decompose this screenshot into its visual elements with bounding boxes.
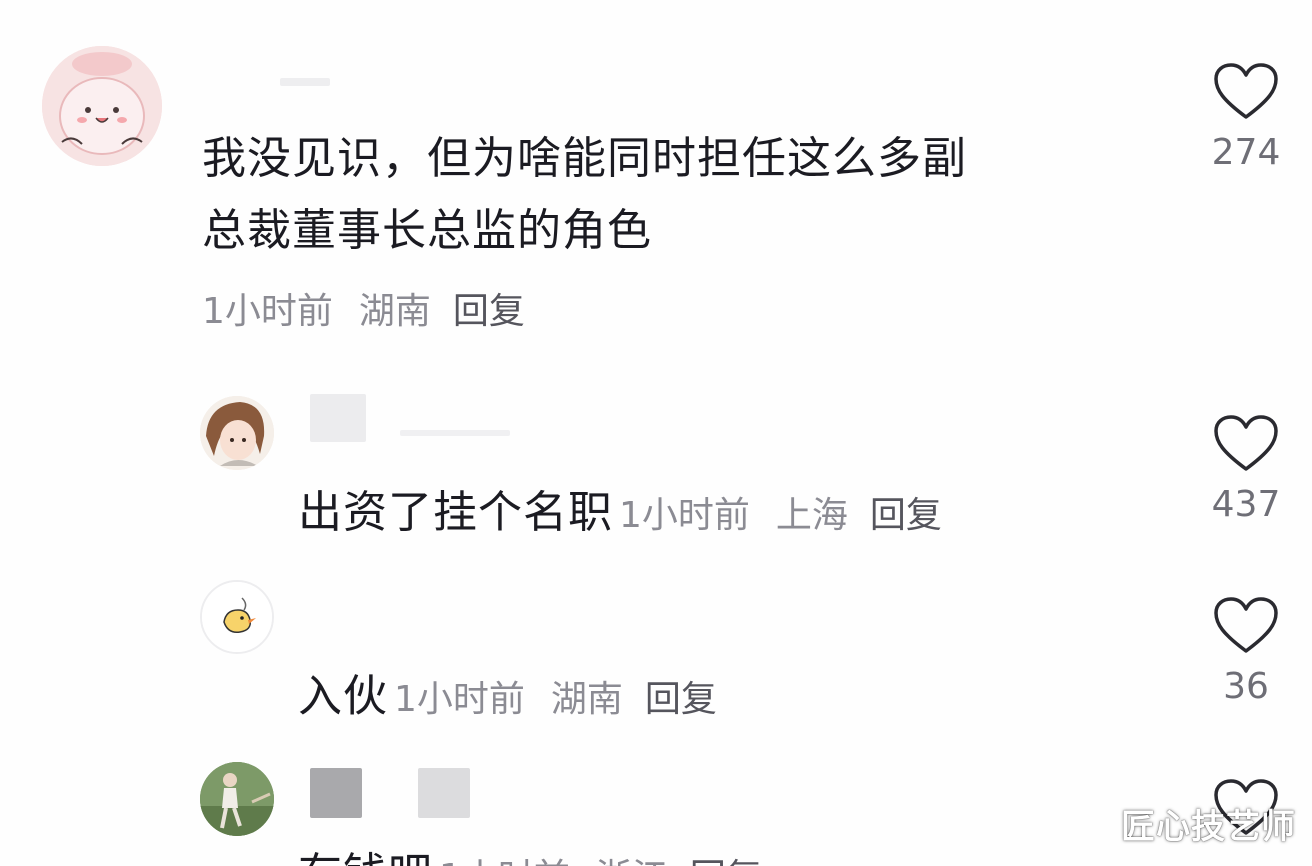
reply-button[interactable]: 回复	[453, 290, 525, 334]
avatar[interactable]	[42, 46, 162, 166]
anime-girl-avatar-icon	[200, 396, 274, 470]
comment-location: 湖南	[358, 291, 431, 332]
like-count: 437	[1211, 484, 1281, 525]
comment-list: 我没见识，但为啥能同时担任这么多副 总裁董事长总监的角色 1小时前 湖南 回复 …	[0, 0, 1312, 866]
comment-time: 1小时前	[619, 495, 750, 536]
comment-text: 我没见识，但为啥能同时担任这么多副 总裁董事长总监的角色	[202, 126, 1162, 264]
reply-button[interactable]: 回复	[690, 848, 762, 866]
username-redacted	[306, 392, 526, 446]
like-button[interactable]: 437	[1196, 414, 1296, 525]
comment-text-line: 我没见识，但为啥能同时担任这么多副	[202, 133, 967, 184]
watermark: 匠心技艺师	[1121, 807, 1296, 847]
comment-text: 有钱吧	[298, 838, 433, 866]
avatar[interactable]	[200, 762, 274, 836]
reply-button[interactable]: 回复	[645, 670, 717, 722]
comment-meta: 1小时前 湖南 回复	[202, 290, 525, 334]
comment-text: 入伙	[298, 671, 388, 722]
like-button[interactable]: 274	[1196, 62, 1296, 173]
comment-text: 出资了挂个名职	[298, 487, 613, 538]
username-redacted	[280, 74, 340, 90]
comment-text-line: 总裁董事长总监的角色	[202, 205, 652, 256]
like-count: 36	[1223, 666, 1269, 707]
comment-body-row: 出资了挂个名职 1小时前 上海 回复	[298, 476, 942, 540]
comment-body-row: 入伙 1小时前 湖南 回复	[298, 660, 717, 724]
username-redacted	[306, 766, 476, 822]
like-button[interactable]: 36	[1196, 596, 1296, 707]
heart-icon	[1214, 63, 1278, 119]
reply-button[interactable]: 回复	[870, 486, 942, 538]
duck-avatar-icon	[202, 582, 272, 652]
heart-icon	[1214, 415, 1278, 471]
comment-location: 浙江	[596, 848, 668, 866]
like-count: 274	[1211, 132, 1281, 173]
avatar[interactable]	[200, 396, 274, 470]
comment-time: 1小时前	[202, 291, 333, 332]
comment-body-row: 有钱吧 1小时前 浙江 回复	[298, 838, 762, 866]
comment-location: 上海	[775, 495, 848, 536]
cartoon-bunny-avatar-icon	[42, 46, 162, 166]
comment-time: 1小时前	[394, 679, 525, 720]
photo-avatar-icon	[200, 762, 274, 836]
comment-location: 湖南	[550, 679, 623, 720]
heart-icon	[1214, 597, 1278, 653]
avatar[interactable]	[200, 580, 274, 654]
comment-time: 1小时前	[439, 848, 570, 866]
